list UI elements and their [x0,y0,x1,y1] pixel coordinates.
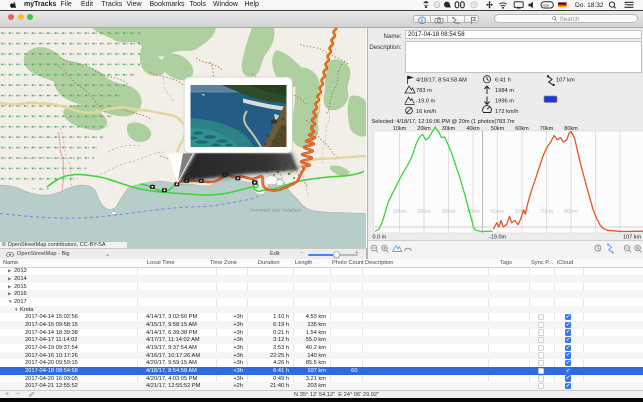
svg-text:70km: 70km [539,126,553,132]
svg-text:40km: 40km [466,126,480,132]
svg-text:10km: 10km [392,126,406,132]
svg-text:10km: 10km [392,209,406,215]
svg-text:30km: 30km [441,126,455,132]
svg-text:70km: 70km [539,209,553,215]
svg-text:20km: 20km [417,209,431,215]
svg-text:-19.0 m: -19.0 m [416,99,436,105]
svg-text:50km: 50km [490,209,504,215]
svg-text:30km: 30km [441,209,455,215]
svg-text:«»: «» [543,3,549,9]
svg-text:172 km/h: 172 km/h [495,109,518,115]
svg-text:783 m: 783 m [416,88,432,94]
svg-text:50km: 50km [490,126,504,132]
svg-text:16 km/h: 16 km/h [416,109,436,115]
svg-text:20km: 20km [417,126,431,132]
svg-text:1996 m: 1996 m [495,99,514,105]
svg-text:80km: 80km [564,209,578,215]
svg-text:107 km: 107 km [556,78,575,84]
svg-text:Do. 18:32: Do. 18:32 [575,3,604,10]
svg-text:6:41 h: 6:41 h [495,78,511,84]
svg-text:Ammoudi tous Volakous: Ammoudi tous Volakous [249,208,302,213]
svg-text:1984 m: 1984 m [495,88,514,94]
svg-text:4/18/17, 8:54:58 AM: 4/18/17, 8:54:58 AM [416,78,467,84]
svg-text:60km: 60km [515,126,529,132]
